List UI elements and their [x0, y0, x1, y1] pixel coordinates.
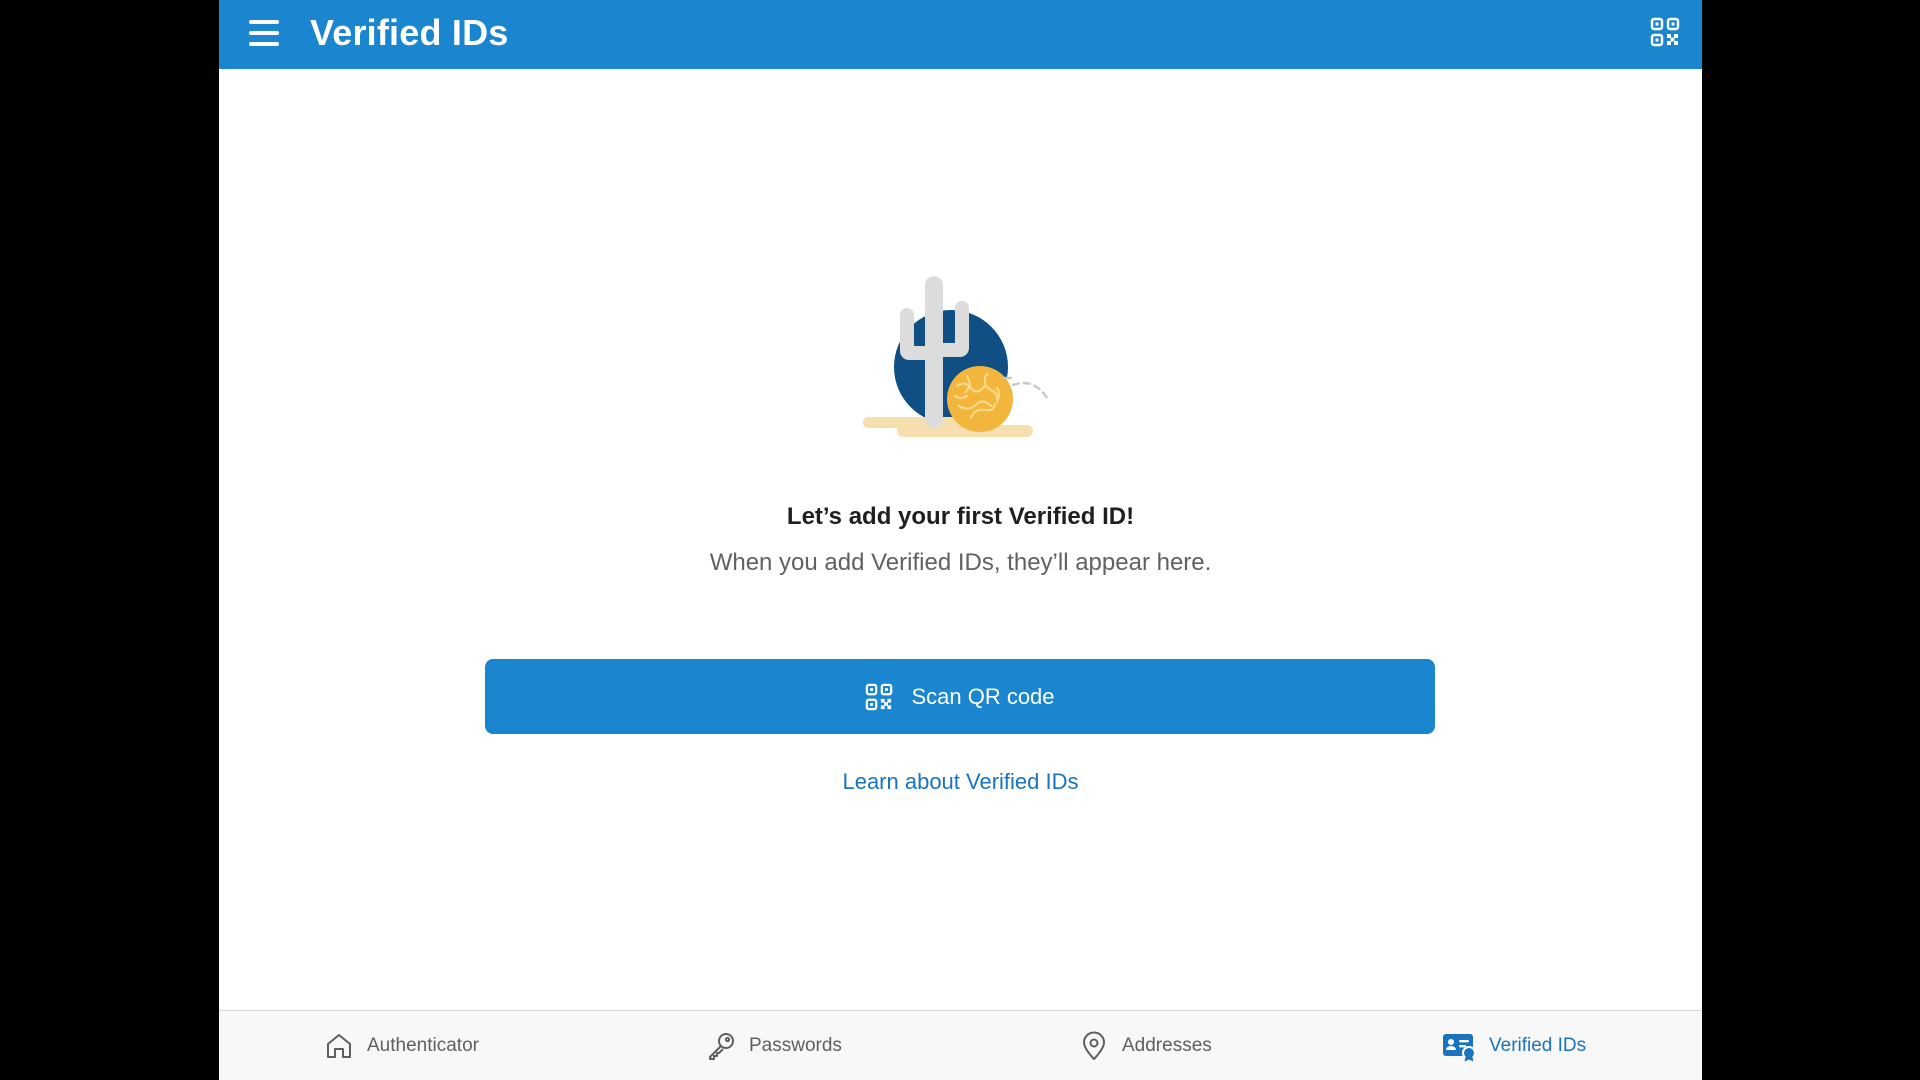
nav-item-passwords[interactable]: Passwords — [705, 1011, 842, 1080]
app-screen: Verified IDs Let’s add your first Verifi… — [219, 0, 1702, 1080]
page-title: Verified IDs — [310, 12, 509, 53]
nav-item-verified-ids[interactable]: Verified IDs — [1441, 1011, 1586, 1080]
cactus-tumbleweed-illustration — [859, 268, 1059, 448]
nav-item-label: Authenticator — [367, 1035, 479, 1056]
qr-code-icon[interactable] — [1650, 17, 1680, 47]
nav-item-addresses[interactable]: Addresses — [1078, 1011, 1212, 1080]
learn-about-verified-ids-link[interactable]: Learn about Verified IDs — [219, 769, 1702, 795]
app-header: Verified IDs — [219, 0, 1702, 69]
scan-qr-code-label: Scan QR code — [911, 683, 1055, 709]
nav-item-label: Verified IDs — [1489, 1035, 1587, 1056]
nav-item-label: Passwords — [749, 1035, 842, 1056]
empty-state-title: Let’s add your first Verified ID! — [786, 503, 1135, 530]
verified-id-card-icon — [1443, 1034, 1476, 1062]
home-icon — [327, 1034, 351, 1058]
qr-code-icon — [865, 683, 893, 711]
location-pin-icon — [1083, 1031, 1105, 1060]
scan-qr-code-button[interactable]: Scan QR code — [485, 659, 1435, 734]
hamburger-menu-icon[interactable] — [249, 16, 283, 50]
nav-item-label: Addresses — [1122, 1035, 1212, 1056]
bottom-nav: Authenticator Passwords Addresses Verifi… — [219, 1010, 1702, 1080]
nav-item-authenticator[interactable]: Authenticator — [323, 1011, 479, 1080]
key-icon — [709, 1033, 734, 1060]
empty-state-subtitle: When you add Verified IDs, they’ll appea… — [709, 549, 1212, 576]
